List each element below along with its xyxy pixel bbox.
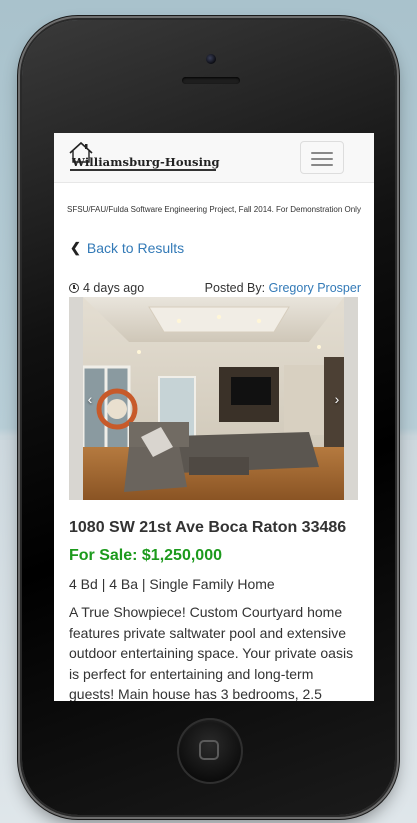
posted-by: Posted By: Gregory Prosper: [205, 281, 361, 295]
listing-specs: 4 Bd | 4 Ba | Single Family Home: [69, 576, 275, 592]
chevron-left-icon[interactable]: ‹: [83, 389, 97, 409]
carousel-edge-left: [69, 297, 83, 500]
chevron-right-icon[interactable]: ›: [330, 389, 344, 409]
hamburger-bar-icon: [311, 164, 333, 166]
listing-description: A True Showpiece! Custom Courtyard home …: [69, 604, 354, 701]
phone-screen: Williamsburg-Housing SFSU/FAU/Fulda Soft…: [54, 133, 374, 701]
hamburger-bar-icon: [311, 158, 333, 160]
home-square-icon: [199, 740, 219, 760]
brand-name: Williamsburg-Housing: [72, 155, 220, 169]
listing-address: 1080 SW 21st Ave Boca Raton 33486: [69, 519, 347, 536]
chevron-left-icon: ❮: [70, 240, 81, 255]
poster-link[interactable]: Gregory Prosper: [269, 281, 361, 295]
photo-carousel[interactable]: ‹ ›: [69, 297, 358, 500]
camera-icon: [206, 54, 216, 64]
brand-logo[interactable]: Williamsburg-Housing: [68, 141, 220, 175]
home-button[interactable]: [177, 718, 243, 784]
listing-photo: [69, 297, 358, 500]
back-link-label: Back to Results: [86, 240, 185, 256]
back-to-results-link[interactable]: ❮ Back to Results: [70, 239, 184, 257]
clock-icon: [69, 283, 79, 293]
menu-toggle-button[interactable]: [300, 141, 344, 174]
brand-underline: [70, 169, 216, 171]
navbar: Williamsburg-Housing: [54, 133, 374, 183]
listing-meta: 4 days ago Posted By: Gregory Prosper: [69, 281, 361, 297]
speaker-grille: [182, 77, 240, 84]
posted-time: 4 days ago: [69, 281, 144, 295]
listing-price: For Sale: $1,250,000: [69, 547, 222, 564]
posted-by-label: Posted By:: [204, 281, 266, 295]
carousel-edge-right: [344, 297, 358, 500]
project-disclaimer: SFSU/FAU/Fulda Software Engineering Proj…: [67, 205, 361, 214]
posted-ago: 4 days ago: [83, 281, 145, 295]
hamburger-bar-icon: [311, 152, 333, 154]
